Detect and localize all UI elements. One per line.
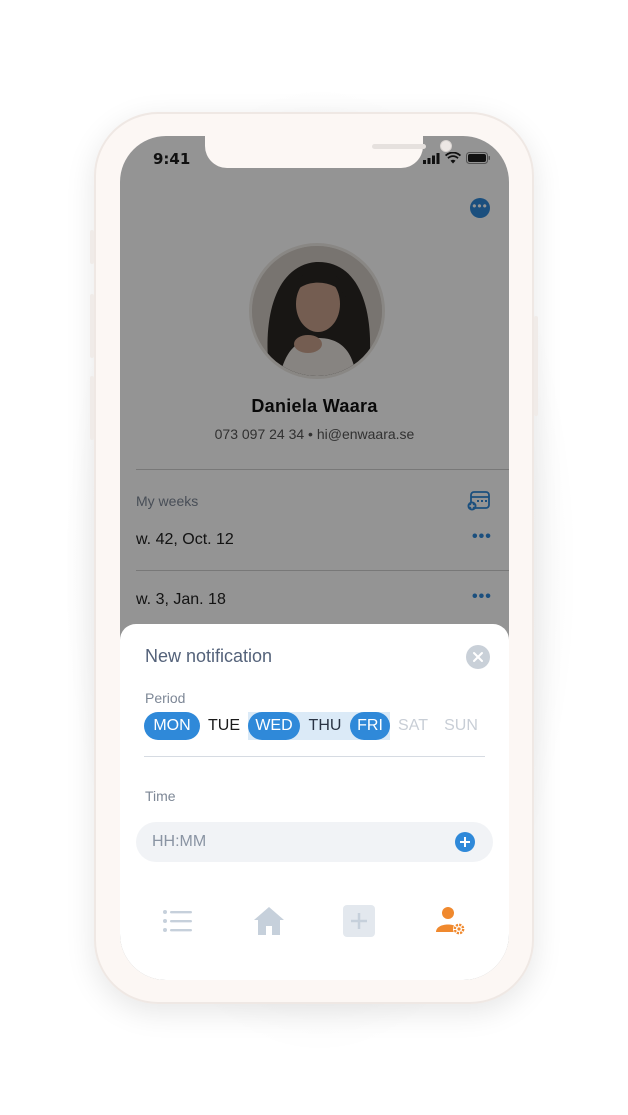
day-tue[interactable]: TUE <box>202 712 246 740</box>
user-settings-icon <box>436 907 465 935</box>
volume-up-button <box>90 294 94 358</box>
close-button[interactable] <box>466 645 490 669</box>
home-icon <box>254 907 284 935</box>
time-field[interactable] <box>136 822 493 862</box>
add-square-icon <box>343 905 375 937</box>
front-camera <box>440 140 452 152</box>
speaker <box>372 144 426 149</box>
plus-icon <box>460 837 470 847</box>
status-time: 9:41 <box>153 150 191 168</box>
tab-profile-settings[interactable] <box>434 904 468 938</box>
notch <box>205 136 452 168</box>
day-wed[interactable]: WED <box>248 712 300 740</box>
day-mon[interactable]: MON <box>144 712 200 740</box>
power-button <box>534 316 538 416</box>
wifi-icon <box>445 152 461 164</box>
new-notification-sheet: New notification Period MON TUE WED THU … <box>120 624 509 980</box>
tab-bar <box>120 886 509 956</box>
signal-icon <box>423 152 440 164</box>
tab-add[interactable] <box>342 904 376 938</box>
day-sun[interactable]: SUN <box>440 712 482 740</box>
battery-icon <box>466 152 490 164</box>
mute-switch <box>90 230 94 264</box>
phone-screen: ••• Daniela Waara 073 097 24 34 • hi@enw… <box>120 136 509 980</box>
sheet-title: New notification <box>145 646 273 666</box>
status-icons <box>423 152 491 164</box>
day-thu[interactable]: THU <box>302 712 348 740</box>
day-fri[interactable]: FRI <box>350 712 390 740</box>
close-icon <box>473 652 483 662</box>
tab-list[interactable] <box>161 904 195 938</box>
period-label: Period <box>145 690 186 706</box>
add-time-button[interactable] <box>455 832 475 852</box>
volume-down-button <box>90 376 94 440</box>
list-icon <box>163 910 192 932</box>
divider <box>144 756 485 757</box>
time-label: Time <box>145 788 176 804</box>
tab-home[interactable] <box>252 904 286 938</box>
day-sat[interactable]: SAT <box>394 712 432 740</box>
time-input[interactable] <box>152 822 432 862</box>
